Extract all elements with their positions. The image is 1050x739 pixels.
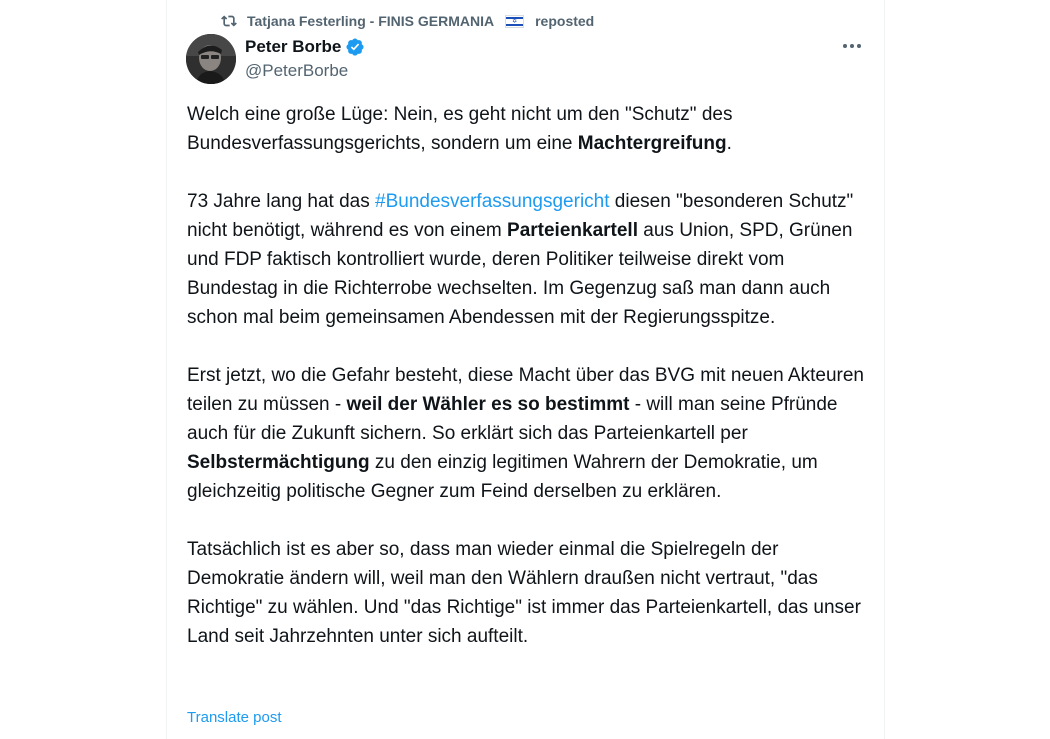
tweet-column: Tatjana Festerling - FINIS GERMANIA ✡ re… <box>166 0 885 739</box>
more-options-button[interactable] <box>840 35 864 55</box>
israel-flag-icon: ✡ <box>505 14 525 28</box>
page: Tatjana Festerling - FINIS GERMANIA ✡ re… <box>0 0 1050 739</box>
bold-text: weil der Wähler es so bestimmt <box>346 394 630 415</box>
repost-user[interactable]: Tatjana Festerling - FINIS GERMANIA <box>247 13 494 29</box>
author-block: Peter Borbe @PeterBorbe <box>245 36 365 81</box>
tweet-paragraph: Welch eine große Lüge: Nein, es geht nic… <box>187 100 867 158</box>
bold-text: Machtergreifung <box>577 133 727 154</box>
repost-label: reposted <box>535 13 595 29</box>
author-name[interactable]: Peter Borbe <box>245 37 341 57</box>
verified-badge-icon <box>345 37 365 57</box>
tweet-text: Welch eine große Lüge: Nein, es geht nic… <box>187 100 867 651</box>
author-handle[interactable]: @PeterBorbe <box>245 61 365 81</box>
tweet-text-run: 73 Jahre lang hat das <box>187 191 376 212</box>
more-horizontal-icon <box>842 36 862 54</box>
tweet-text-run: Tatsächlich ist es aber so, dass man wie… <box>187 539 861 647</box>
avatar[interactable] <box>186 34 236 84</box>
repost-icon <box>220 13 238 29</box>
translate-post-link[interactable]: Translate post <box>187 709 282 726</box>
tweet-text-run: . <box>726 133 732 154</box>
hashtag-link[interactable]: #Bundesverfassungsgericht <box>375 191 609 212</box>
tweet-paragraph: Erst jetzt, wo die Gefahr besteht, diese… <box>187 361 867 506</box>
tweet-paragraph: 73 Jahre lang hat das #Bundesverfassungs… <box>187 187 867 332</box>
bold-text: Parteienkartell <box>507 220 638 241</box>
repost-indicator: Tatjana Festerling - FINIS GERMANIA ✡ re… <box>220 11 594 31</box>
tweet-paragraph: Tatsächlich ist es aber so, dass man wie… <box>187 535 867 651</box>
bold-text: Selbstermächtigung <box>187 452 370 473</box>
